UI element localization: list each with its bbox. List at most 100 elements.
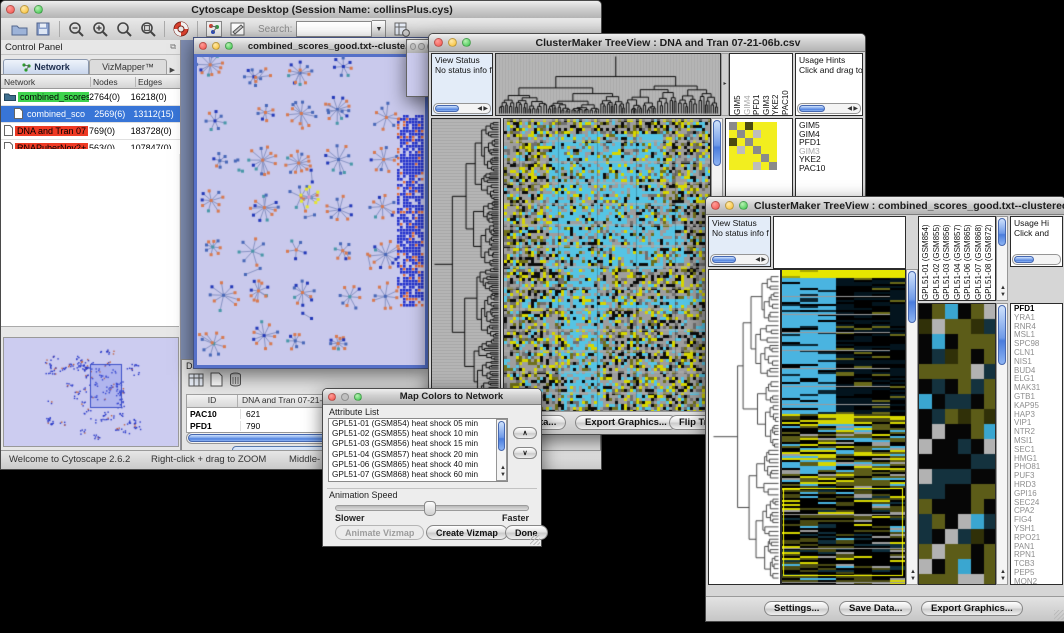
attribute-list-item[interactable]: GPL51-01 (GSM854) heat shock 05 min: [332, 419, 507, 429]
tv2-column-label[interactable]: GPL51-04 (GSM857): [953, 217, 964, 300]
tv1-column-label[interactable]: PFD1: [752, 54, 762, 115]
tv1-column-label[interactable]: GIM4: [743, 54, 753, 115]
open-session-icon[interactable]: [9, 20, 29, 38]
tv2-column-label[interactable]: GPL51-08 (GSM872): [984, 217, 995, 300]
tv1-column-labels-panel[interactable]: GIM5GIM4PFD1GIM3YKE2PAC10: [729, 53, 793, 116]
tab-network[interactable]: Network: [3, 59, 89, 74]
create-vizmap-button[interactable]: Create Vizmap: [426, 525, 508, 540]
save-session-icon[interactable]: [33, 20, 53, 38]
birdseye-view[interactable]: [3, 337, 179, 447]
import-table-icon[interactable]: [392, 20, 412, 38]
zoom-in-icon[interactable]: [90, 20, 110, 38]
attribute-select-icon[interactable]: [188, 373, 204, 392]
tv1-column-label[interactable]: PAC10: [781, 54, 791, 115]
move-down-button[interactable]: ∨: [513, 447, 537, 459]
new-attribute-icon[interactable]: [210, 372, 223, 392]
zoom-window-icon[interactable]: [739, 201, 748, 210]
network-list-row[interactable]: DNA and Tran 07769(0)183728(0): [1, 123, 180, 140]
tv2-column-label[interactable]: GPL51-01 (GSM854): [921, 217, 932, 300]
move-up-button[interactable]: ∧: [513, 427, 537, 439]
zoom-window-icon[interactable]: [462, 38, 471, 47]
tv2-column-dendrogram[interactable]: [773, 216, 906, 269]
search-dropdown-icon[interactable]: ▼: [372, 20, 386, 38]
close-icon[interactable]: [410, 43, 416, 50]
attribute-list-item[interactable]: GPL51-07 (GSM868) heat shock 60 min: [332, 470, 507, 480]
tv2-hints-scrollbar[interactable]: [1012, 254, 1061, 265]
minimize-icon[interactable]: [341, 393, 349, 401]
tv1-status-scrollbar[interactable]: ◀▶: [433, 103, 491, 114]
tv2-gene-dendrogram[interactable]: [708, 269, 781, 585]
tv2-resize-grip[interactable]: [1054, 610, 1064, 620]
tv1-column-dendrogram[interactable]: [495, 53, 721, 116]
tv1-gene-dendrogram[interactable]: [431, 118, 501, 412]
zoom-out-icon[interactable]: [66, 20, 86, 38]
tv2-zoom-heatmap[interactable]: [918, 303, 996, 585]
network-graph-icon[interactable]: [204, 20, 224, 38]
zoom-window-icon[interactable]: [354, 393, 362, 401]
zoom-window-icon[interactable]: [34, 5, 43, 14]
network-list-row[interactable]: combined_scores2764(0)16218(0): [1, 89, 180, 106]
zoom-selected-icon[interactable]: [114, 20, 134, 38]
annotation-icon[interactable]: [228, 20, 248, 38]
close-icon[interactable]: [434, 38, 443, 47]
tab-vizmapper[interactable]: VizMapper™: [89, 59, 167, 74]
tv2-labels-scrollbar[interactable]: ▲▼: [996, 216, 1008, 301]
attribute-list-item[interactable]: GPL51-06 (GSM865) heat shock 40 min: [332, 460, 507, 470]
help-lifesaver-icon[interactable]: [171, 20, 191, 38]
close-icon[interactable]: [711, 201, 720, 210]
dialog-resize-grip[interactable]: [530, 535, 540, 545]
animation-speed-slider[interactable]: [335, 505, 529, 511]
tv2-settings-button[interactable]: Settings...: [764, 601, 829, 616]
tv2-save-data-button[interactable]: Save Data...: [839, 601, 912, 616]
attribute-list-item[interactable]: GPL51-04 (GSM857) heat shock 20 min: [332, 450, 507, 460]
done-button[interactable]: Done: [505, 525, 548, 540]
tv1-column-label[interactable]: GIM3: [762, 54, 772, 115]
tv1-divider-strip[interactable]: ▸: [721, 53, 729, 116]
animate-vizmap-button[interactable]: Animate Vizmap: [335, 525, 424, 540]
tab-overflow-arrow[interactable]: ▶: [167, 66, 178, 74]
tv2-gene-item[interactable]: MON2: [1014, 578, 1062, 585]
tv1-hints-scrollbar[interactable]: ◀▶: [797, 103, 861, 114]
minimize-icon[interactable]: [418, 43, 424, 50]
tv1-export-graphics-button[interactable]: Export Graphics...: [575, 415, 677, 430]
minimize-icon[interactable]: [212, 42, 220, 50]
tv2-export-graphics-button[interactable]: Export Graphics...: [921, 601, 1023, 616]
minimize-icon[interactable]: [725, 201, 734, 210]
close-icon[interactable]: [328, 393, 336, 401]
close-icon[interactable]: [6, 5, 15, 14]
tv2-heatmap-vscrollbar[interactable]: ▲▼: [906, 269, 918, 585]
delete-attribute-icon[interactable]: [229, 372, 242, 392]
tv1-global-heatmap[interactable]: [503, 118, 711, 412]
network-canvas[interactable]: [197, 57, 425, 365]
attribute-list-scrollbar[interactable]: ▲▼: [496, 419, 507, 481]
tv2-column-label[interactable]: GPL51-03 (GSM856): [942, 217, 953, 300]
tv1-column-label[interactable]: GIM5: [733, 54, 743, 115]
zoom-window-icon[interactable]: [225, 42, 233, 50]
tv2-global-heatmap[interactable]: [781, 269, 906, 585]
tv2-status-scrollbar[interactable]: ◀▶: [710, 254, 769, 265]
attribute-listbox[interactable]: GPL51-01 (GSM854) heat shock 05 minGPL51…: [328, 418, 508, 482]
attribute-list-item[interactable]: GPL51-03 (GSM856) heat shock 15 min: [332, 439, 507, 449]
network-list-row[interactable]: combined_sco2569(6)13112(15): [1, 106, 180, 123]
zoom-fit-icon[interactable]: [138, 20, 158, 38]
dialog-titlebar[interactable]: Map Colors to Network: [323, 389, 541, 405]
tv2-column-labels-panel[interactable]: GPL51-01 (GSM854)GPL51-02 (GSM855)GPL51-…: [918, 216, 996, 301]
network-view-titlebar[interactable]: combined_scores_good.txt--cluste...: [194, 38, 428, 55]
tv2-column-label[interactable]: GPL51-02 (GSM855): [932, 217, 943, 300]
tv2-zoom-vscrollbar[interactable]: ▲▼: [996, 303, 1008, 585]
treeview1-titlebar[interactable]: ClusterMaker TreeView : DNA and Tran 07-…: [429, 34, 865, 52]
treeview2-titlebar[interactable]: ClusterMaker TreeView : combined_scores_…: [706, 197, 1064, 215]
minimize-icon[interactable]: [448, 38, 457, 47]
slider-thumb[interactable]: [424, 501, 436, 516]
minimize-icon[interactable]: [20, 5, 29, 14]
search-input[interactable]: [296, 21, 372, 37]
attribute-list-item[interactable]: GPL51-02 (GSM855) heat shock 10 min: [332, 429, 507, 439]
close-icon[interactable]: [199, 42, 207, 50]
tv2-gene-list-panel[interactable]: PFD1YRA1RNR4MSL1SPC98CLN1NIS1BUD4ELG1MAK…: [1010, 303, 1063, 585]
tv2-column-label[interactable]: GPL51-07 (GSM868): [974, 217, 985, 300]
float-panel-icon[interactable]: ⧉: [170, 42, 176, 52]
main-titlebar[interactable]: Cytoscape Desktop (Session Name: collins…: [1, 1, 601, 19]
tv1-gene-label[interactable]: PAC10: [799, 164, 862, 173]
tv1-column-label[interactable]: YKE2: [771, 54, 781, 115]
tv2-column-label[interactable]: GPL51-06 (GSM865): [963, 217, 974, 300]
